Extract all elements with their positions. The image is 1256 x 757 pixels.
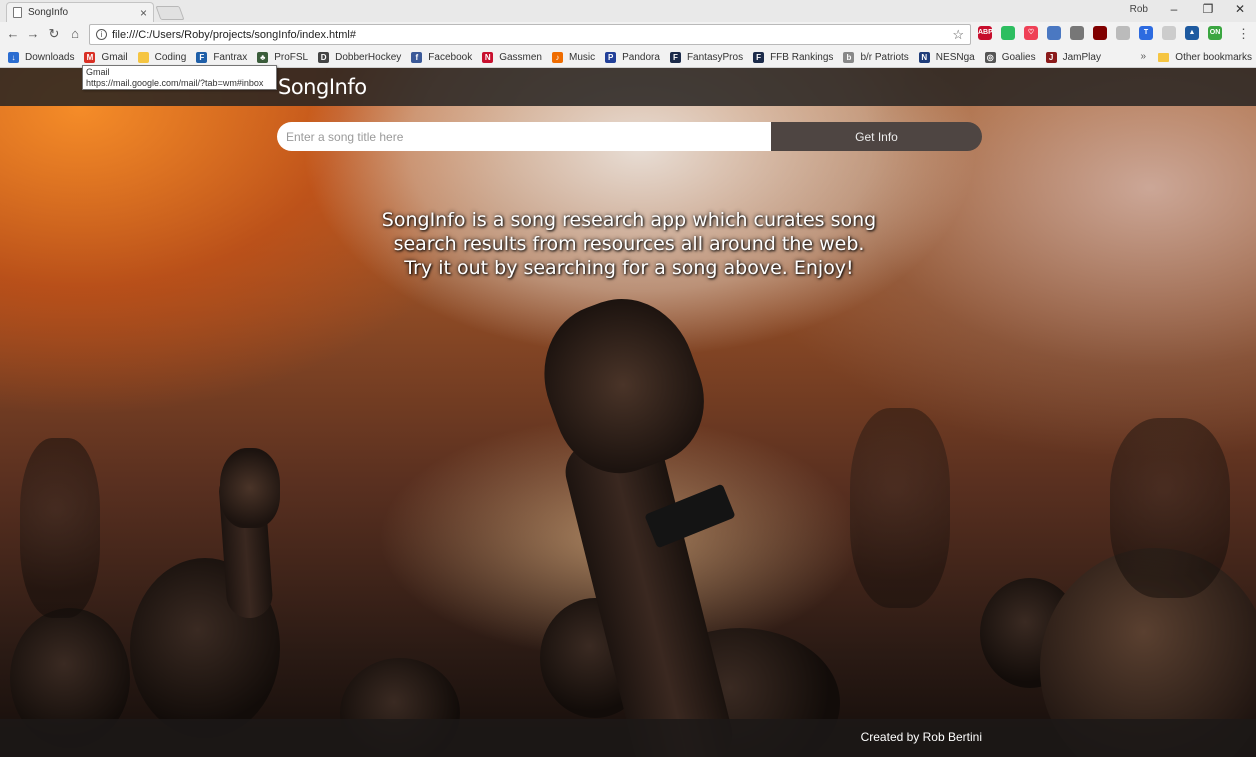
bookmark-label: Goalies xyxy=(1001,51,1036,63)
gassmen-icon: N xyxy=(482,51,494,63)
page-icon xyxy=(13,7,22,18)
browser-menu-icon[interactable]: ⋮ xyxy=(1237,26,1250,42)
tooltip-title: Gmail xyxy=(86,67,110,77)
intro-line: Try it out by searching for a song above… xyxy=(404,257,854,279)
browser-toolbar: ← → ↻ ⌂ i file:///C:/Users/Roby/projects… xyxy=(0,22,1256,47)
ublock-icon[interactable] xyxy=(1093,26,1107,40)
downloads-icon: ↓ xyxy=(8,51,19,63)
extension-icon[interactable] xyxy=(1116,26,1130,40)
bookmark-tooltip: Gmail https://mail.google.com/mail/?tab=… xyxy=(82,65,277,90)
bookmark-fantasypros[interactable]: F FantasyPros xyxy=(669,51,744,63)
close-window-icon[interactable]: ✕ xyxy=(1230,2,1250,16)
tab-title: SongInfo xyxy=(28,7,69,18)
bookmark-label: Music xyxy=(569,51,596,63)
bookmark-profsl[interactable]: ♣ ProFSL xyxy=(257,51,309,63)
bookmark-label: Coding xyxy=(154,51,187,63)
bookmark-pandora[interactable]: P Pandora xyxy=(605,51,660,63)
bookmark-downloads[interactable]: ↓ Downloads xyxy=(8,51,75,63)
goalies-icon: ◎ xyxy=(984,51,996,63)
url-text[interactable]: file:///C:/Users/Roby/projects/songInfo/… xyxy=(112,29,952,41)
nesnga-icon: N xyxy=(918,51,930,63)
bookmark-jamplay[interactable]: J JamPlay xyxy=(1045,51,1101,63)
jamplay-icon: J xyxy=(1045,51,1057,63)
bookmark-label: Gassmen xyxy=(499,51,542,63)
profsl-icon: ♣ xyxy=(257,51,269,63)
bookmark-label: NESNga xyxy=(935,51,975,63)
pocket-icon[interactable]: ♡ xyxy=(1024,26,1038,40)
bookmark-label: Facebook xyxy=(428,51,473,63)
bookmark-dobberhockey[interactable]: D DobberHockey xyxy=(318,51,402,63)
footer-credit: Created by Rob Bertini xyxy=(860,730,982,744)
intro-text: SongInfo is a song research app which cu… xyxy=(330,208,928,280)
browser-tab[interactable]: SongInfo × xyxy=(6,2,154,22)
pandora-icon: P xyxy=(605,51,617,63)
intro-line: search results from resources all around… xyxy=(393,233,865,255)
reload-icon[interactable]: ↻ xyxy=(45,25,63,43)
bookmark-fantrax[interactable]: F Fantrax xyxy=(196,51,248,63)
fantasypros-icon: F xyxy=(669,51,681,63)
bookmark-label: Fantrax xyxy=(213,51,248,63)
bookmark-music[interactable]: ♪ Music xyxy=(552,51,596,63)
dobberhockey-icon: D xyxy=(318,51,330,63)
bookmark-label: DobberHockey xyxy=(335,51,402,63)
bookmark-star-icon[interactable]: ☆ xyxy=(952,27,964,43)
bookmark-label: FantasyPros xyxy=(686,51,744,63)
intro-line: SongInfo is a song research app which cu… xyxy=(381,209,877,231)
bookmarks-overflow-icon[interactable]: » xyxy=(1140,51,1146,62)
bookmark-ffb-rankings[interactable]: F FFB Rankings xyxy=(753,51,834,63)
minimize-icon[interactable]: – xyxy=(1164,2,1184,16)
get-info-button[interactable]: Get Info xyxy=(771,122,982,151)
info-icon[interactable]: i xyxy=(96,29,107,40)
circle-icon[interactable] xyxy=(1162,26,1176,40)
site-footer: Created by Rob Bertini xyxy=(0,719,1256,757)
fantrax-icon: F xyxy=(196,51,208,63)
bookmark-label: ProFSL xyxy=(274,51,309,63)
bookmark-facebook[interactable]: f Facebook xyxy=(411,51,473,63)
green-icon[interactable]: ON xyxy=(1208,26,1222,40)
new-tab-button[interactable] xyxy=(155,6,185,20)
cast-icon[interactable] xyxy=(1070,26,1084,40)
abp-icon[interactable]: ABP xyxy=(978,26,993,40)
br-patriots-icon: b xyxy=(843,51,855,63)
bookmark-br-patriots[interactable]: b b/r Patriots xyxy=(843,51,909,63)
coding-icon xyxy=(137,51,149,63)
evernote-icon[interactable] xyxy=(1001,26,1015,40)
forward-icon[interactable]: → xyxy=(24,25,42,43)
profile-name[interactable]: Rob xyxy=(1130,4,1148,15)
restore-icon[interactable]: ❐ xyxy=(1198,2,1218,16)
calendar-icon[interactable] xyxy=(1047,26,1061,40)
drive-icon[interactable]: ▲ xyxy=(1185,26,1199,40)
bookmark-label: JamPlay xyxy=(1062,51,1101,63)
tab-close-icon[interactable]: × xyxy=(140,6,147,20)
gmail-icon: M xyxy=(84,51,96,63)
music-icon: ♪ xyxy=(552,51,563,63)
bookmark-label: Downloads xyxy=(25,51,75,63)
bookmark-coding[interactable]: Coding xyxy=(137,51,187,63)
address-bar[interactable]: i file:///C:/Users/Roby/projects/songInf… xyxy=(89,24,971,45)
extension-icons: ABP ♡ T ▲ ON xyxy=(978,26,1222,40)
folder-icon xyxy=(1158,53,1170,62)
other-bookmarks-label: Other bookmarks xyxy=(1175,52,1252,63)
song-search-input[interactable] xyxy=(277,122,771,151)
browser-title-bar: SongInfo × Rob – ❐ ✕ xyxy=(0,0,1256,22)
bookmark-nesnga[interactable]: N NESNga xyxy=(918,51,975,63)
facebook-icon: f xyxy=(411,51,423,63)
site-brand[interactable]: SongInfo xyxy=(278,75,367,99)
bookmark-label: FFB Rankings xyxy=(770,51,834,63)
back-icon[interactable]: ← xyxy=(4,25,22,43)
bookmark-gmail[interactable]: M Gmail xyxy=(84,51,128,63)
other-bookmarks[interactable]: Other bookmarks xyxy=(1158,47,1252,68)
t-icon[interactable]: T xyxy=(1139,26,1153,40)
bookmark-label: Gmail xyxy=(101,51,128,63)
ffb-rankings-icon: F xyxy=(753,51,765,63)
page-viewport: SongInfo Get Info SongInfo is a song res… xyxy=(0,68,1256,757)
bookmark-label: b/r Patriots xyxy=(860,51,909,63)
bookmark-label: Pandora xyxy=(622,51,660,63)
home-icon[interactable]: ⌂ xyxy=(66,25,84,43)
tooltip-url: https://mail.google.com/mail/?tab=wm#inb… xyxy=(86,78,264,88)
bookmark-gassmen[interactable]: N Gassmen xyxy=(482,51,542,63)
bookmark-goalies[interactable]: ◎ Goalies xyxy=(984,51,1036,63)
